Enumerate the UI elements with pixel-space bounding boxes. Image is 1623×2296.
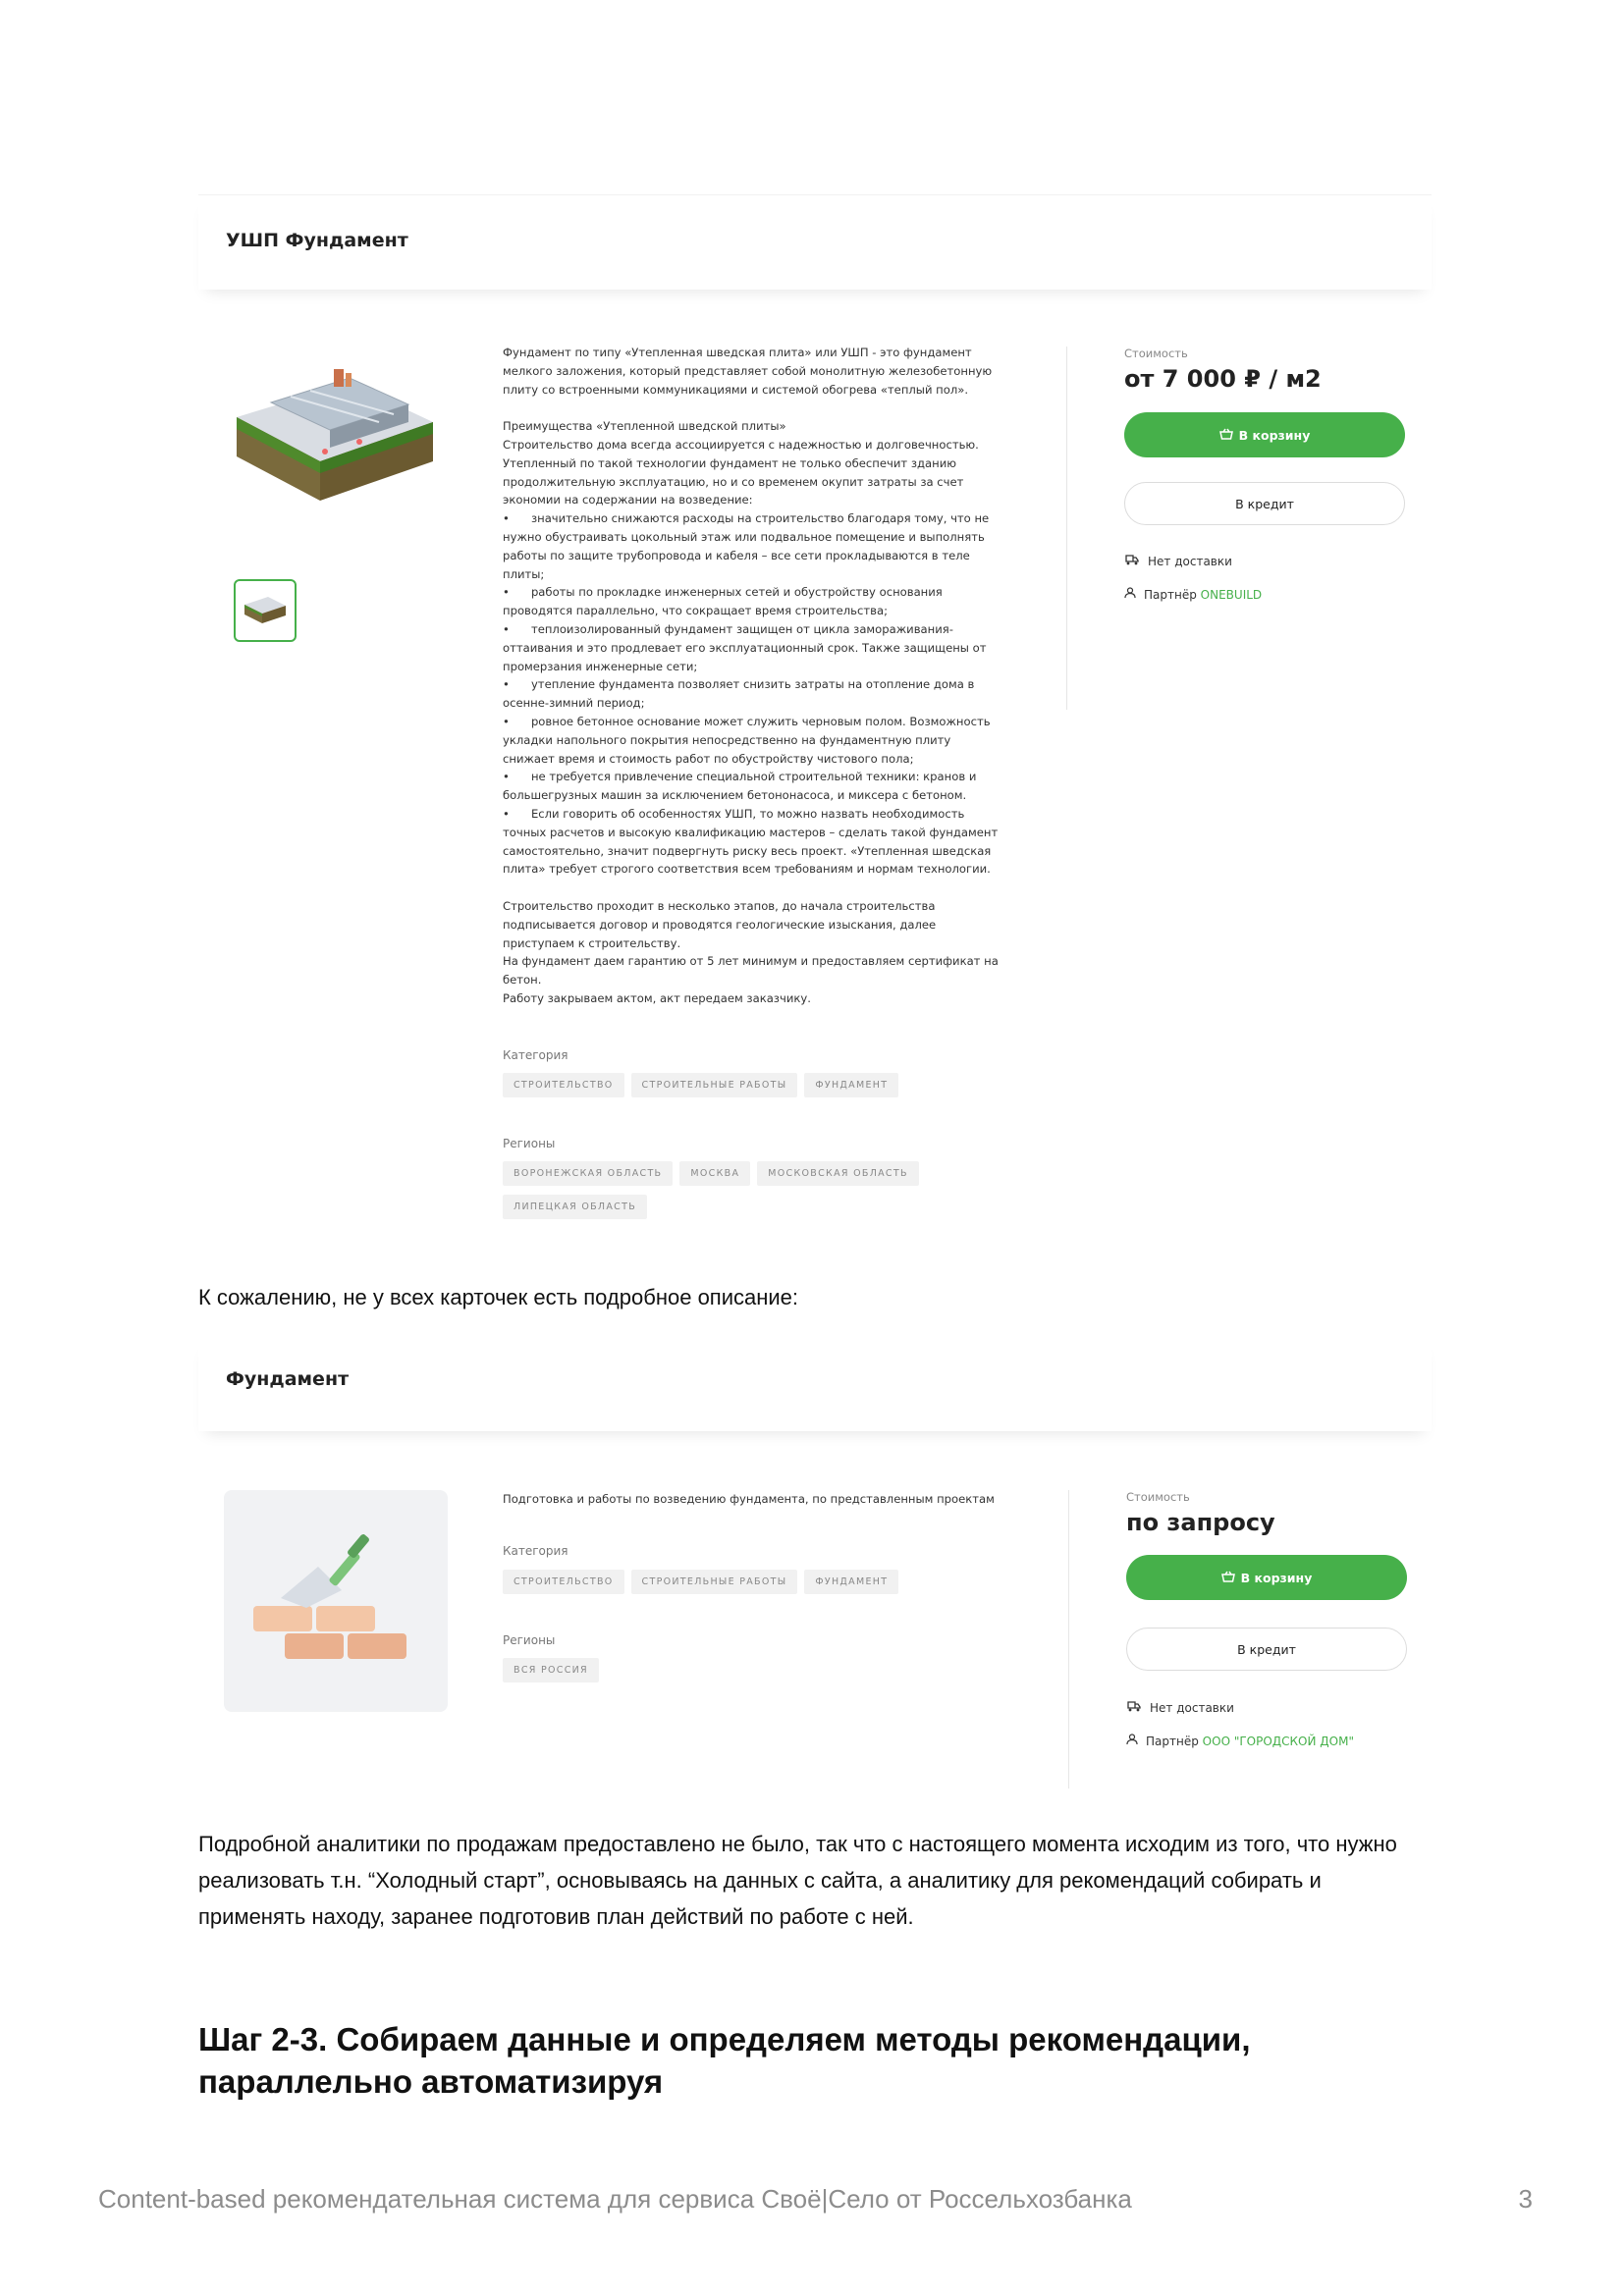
- product-description: Фундамент по типу «Утепленная шведская п…: [503, 346, 999, 1005]
- delivery-info: Нет доставки: [1126, 1700, 1234, 1715]
- user-icon: [1124, 587, 1136, 602]
- partner-info: Партнёр ONEBUILD: [1124, 587, 1262, 602]
- body-paragraph: К сожалению, не у всех карточек есть под…: [198, 1285, 799, 1309]
- partner-prefix: Партнёр: [1146, 1734, 1199, 1748]
- tag-region[interactable]: воронежская область: [503, 1161, 674, 1186]
- tag-category[interactable]: фундамент: [804, 1570, 899, 1594]
- divider: [1066, 347, 1067, 710]
- price-value: по запросу: [1126, 1509, 1275, 1536]
- category-label: Категория: [503, 1544, 568, 1558]
- price-label: Стоимость: [1126, 1490, 1190, 1504]
- product-card-foundation: Фундамент Подготовка и работы по возведе…: [198, 1337, 1432, 1789]
- add-to-cart-button[interactable]: В корзину: [1126, 1555, 1407, 1600]
- tag-region[interactable]: вся россия: [503, 1658, 599, 1682]
- partner-link[interactable]: ONEBUILD: [1201, 588, 1262, 602]
- region-tags: воронежская область москва московская обла…: [503, 1161, 1013, 1228]
- truck-icon: [1124, 554, 1140, 568]
- product-card-ushp: УШП Фундамент Фундамент по типу «Утеплен…: [198, 194, 1432, 1225]
- footer-text: Content-based рекомендательная система д…: [98, 2184, 1132, 2214]
- truck-icon: [1126, 1700, 1142, 1715]
- card-header: Фундамент: [198, 1337, 1432, 1431]
- page-number: 3: [1518, 2184, 1533, 2214]
- tag-region[interactable]: московская область: [757, 1161, 919, 1186]
- delivery-text: Нет доставки: [1148, 554, 1232, 568]
- product-thumbnail[interactable]: [234, 579, 297, 642]
- divider: [1068, 1490, 1069, 1789]
- partner-prefix: Партнёр: [1144, 587, 1197, 602]
- regions-label: Регионы: [503, 1633, 556, 1647]
- cart-button-label: В корзину: [1240, 1570, 1313, 1585]
- card-title: УШП Фундамент: [226, 230, 408, 251]
- partner-info: Партнёр ООО "ГОРОДСКОЙ ДОМ": [1126, 1734, 1354, 1748]
- tag-category[interactable]: строительные работы: [630, 1073, 798, 1097]
- tag-region[interactable]: липецкая область: [503, 1195, 648, 1219]
- regions-label: Регионы: [503, 1137, 556, 1150]
- body-paragraph: Подробной аналитики по продажам предоста…: [198, 1832, 1397, 1929]
- tag-category[interactable]: строительные работы: [630, 1570, 798, 1594]
- tag-category[interactable]: строительство: [503, 1073, 624, 1097]
- tag-category[interactable]: фундамент: [804, 1073, 899, 1097]
- credit-button[interactable]: В кредит: [1124, 482, 1405, 525]
- category-label: Категория: [503, 1048, 568, 1062]
- delivery-text: Нет доставки: [1150, 1700, 1234, 1715]
- product-image[interactable]: [224, 1490, 448, 1712]
- partner-link[interactable]: ООО "ГОРОДСКОЙ ДОМ": [1203, 1735, 1354, 1748]
- region-tags: вся россия: [503, 1658, 1013, 1691]
- price-value: от 7 000 ₽ / м2: [1124, 365, 1322, 393]
- product-image[interactable]: [232, 363, 438, 530]
- section-heading: Шаг 2-3. Собираем данные и определяем ме…: [198, 2021, 1251, 2100]
- tag-category[interactable]: строительство: [503, 1570, 624, 1594]
- card-title: Фундамент: [226, 1368, 350, 1390]
- price-label: Стоимость: [1124, 347, 1188, 360]
- basket-icon: [1220, 1571, 1235, 1585]
- category-tags: строительство строительные работы фундамен…: [503, 1073, 1013, 1106]
- category-tags: строительство строительные работы фундамен…: [503, 1570, 1013, 1603]
- user-icon: [1126, 1734, 1138, 1748]
- product-description: Подготовка и работы по возведению фундам…: [503, 1492, 995, 1506]
- delivery-info: Нет доставки: [1124, 554, 1232, 568]
- add-to-cart-button[interactable]: В корзину: [1124, 412, 1405, 457]
- cart-button-label: В корзину: [1238, 427, 1311, 443]
- basket-icon: [1218, 428, 1233, 443]
- credit-button[interactable]: В кредит: [1126, 1628, 1407, 1671]
- tag-region[interactable]: москва: [679, 1161, 751, 1186]
- card-header: УШП Фундамент: [198, 194, 1432, 290]
